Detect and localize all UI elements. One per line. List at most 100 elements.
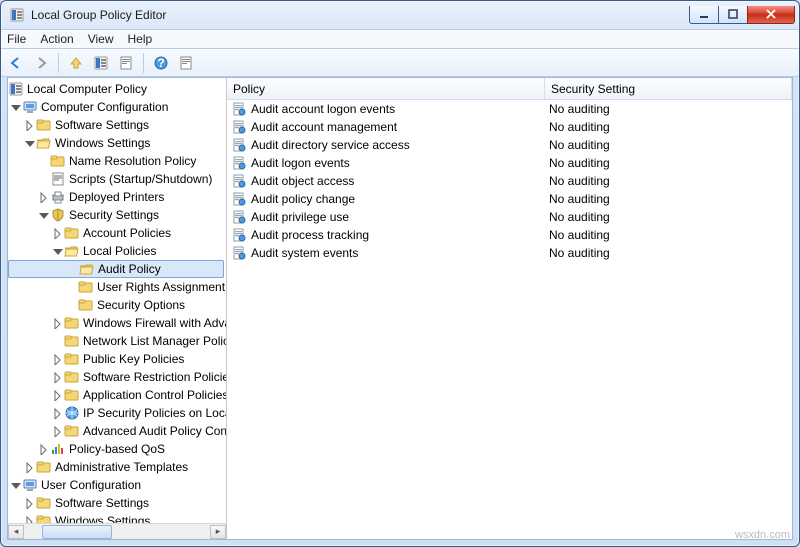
tree-advanced-audit[interactable]: Advanced Audit Policy Configuration (8, 422, 226, 440)
expand-icon[interactable] (50, 226, 64, 240)
tree-cc-windows-settings[interactable]: Windows Settings (8, 134, 226, 152)
expand-icon[interactable] (22, 496, 36, 510)
tree-account-policies[interactable]: Account Policies (8, 224, 226, 242)
folder-icon (64, 351, 80, 367)
tree-uc-software-settings[interactable]: Software Settings (8, 494, 226, 512)
scroll-right-arrow[interactable]: ▸ (210, 525, 226, 539)
folder-icon (50, 153, 66, 169)
list-body[interactable]: Audit account logon eventsNo auditingAud… (227, 100, 792, 539)
tree-application-control[interactable]: Application Control Policies (8, 386, 226, 404)
security-setting: No auditing (545, 156, 792, 170)
scroll-left-arrow[interactable]: ◂ (8, 525, 24, 539)
expand-icon[interactable] (36, 442, 50, 456)
tree-security-options[interactable]: Security Options (8, 296, 226, 314)
collapse-icon[interactable] (22, 136, 36, 150)
list-row[interactable]: Audit process trackingNo auditing (227, 226, 792, 244)
policy-name: Audit account management (251, 120, 397, 134)
tree-user-configuration[interactable]: User Configuration (8, 476, 226, 494)
expand-icon[interactable] (50, 370, 64, 384)
list-row[interactable]: Audit account logon eventsNo auditing (227, 100, 792, 118)
folder-icon (36, 459, 52, 475)
maximize-button[interactable] (718, 6, 748, 24)
expand-icon[interactable] (50, 406, 64, 420)
collapse-icon[interactable] (36, 208, 50, 222)
menubar: File Action View Help (1, 29, 799, 49)
policy-name: Audit directory service access (251, 138, 410, 152)
folder-icon (64, 315, 80, 331)
tree-pane: Local Computer Policy Computer Configura… (8, 78, 227, 539)
tree-uc-windows-settings[interactable]: Windows Settings (8, 512, 226, 523)
folder-icon (64, 387, 80, 403)
qos-icon (50, 441, 66, 457)
tree-windows-firewall[interactable]: Windows Firewall with Advanced Security (8, 314, 226, 332)
tree-horizontal-scrollbar[interactable]: ◂ ▸ (8, 523, 226, 539)
collapse-icon[interactable] (8, 100, 22, 114)
expand-icon[interactable] (36, 190, 50, 204)
folder-icon (36, 513, 52, 523)
printer-icon (50, 189, 66, 205)
help-button[interactable] (150, 52, 172, 74)
expand-icon[interactable] (50, 388, 64, 402)
tree-ip-security-policies[interactable]: IP Security Policies on Local Computer (8, 404, 226, 422)
computer-icon (22, 99, 38, 115)
minimize-button[interactable] (689, 6, 719, 24)
tree-computer-configuration[interactable]: Computer Configuration (8, 98, 226, 116)
forward-button[interactable] (30, 52, 52, 74)
list-row[interactable]: Audit logon eventsNo auditing (227, 154, 792, 172)
close-button[interactable] (747, 6, 795, 24)
tree-policy-based-qos[interactable]: Policy-based QoS (8, 440, 226, 458)
security-setting: No auditing (545, 246, 792, 260)
collapse-icon[interactable] (50, 244, 64, 258)
policy-name: Audit process tracking (251, 228, 369, 242)
tree-user-rights-assignment[interactable]: User Rights Assignment (8, 278, 226, 296)
list-row[interactable]: Audit account managementNo auditing (227, 118, 792, 136)
policy-item-icon (231, 227, 247, 243)
menu-action[interactable]: Action (40, 32, 73, 46)
menu-view[interactable]: View (88, 32, 114, 46)
tree-body[interactable]: Local Computer Policy Computer Configura… (8, 78, 226, 523)
column-header-policy[interactable]: Policy (227, 78, 545, 99)
tree-root[interactable]: Local Computer Policy (8, 80, 226, 98)
export-button[interactable] (115, 52, 137, 74)
list-row[interactable]: Audit system eventsNo auditing (227, 244, 792, 262)
tree-public-key-policies[interactable]: Public Key Policies (8, 350, 226, 368)
security-setting: No auditing (545, 210, 792, 224)
tree-scripts[interactable]: Scripts (Startup/Shutdown) (8, 170, 226, 188)
policy-item-icon (231, 101, 247, 117)
computer-icon (22, 477, 38, 493)
expand-icon[interactable] (50, 352, 64, 366)
tree-local-policies[interactable]: Local Policies (8, 242, 226, 260)
expand-icon[interactable] (22, 460, 36, 474)
tree-name-resolution-policy[interactable]: Name Resolution Policy (8, 152, 226, 170)
scroll-thumb[interactable] (42, 525, 112, 539)
tree-software-restriction[interactable]: Software Restriction Policies (8, 368, 226, 386)
properties-button[interactable] (175, 52, 197, 74)
column-header-security-setting[interactable]: Security Setting (545, 78, 792, 99)
tree-deployed-printers[interactable]: Deployed Printers (8, 188, 226, 206)
collapse-icon[interactable] (8, 478, 22, 492)
list-row[interactable]: Audit privilege useNo auditing (227, 208, 792, 226)
back-button[interactable] (5, 52, 27, 74)
expand-icon[interactable] (22, 118, 36, 132)
tree-security-settings[interactable]: Security Settings (8, 206, 226, 224)
titlebar[interactable]: Local Group Policy Editor (1, 1, 799, 29)
menu-file[interactable]: File (7, 32, 26, 46)
app-window: Local Group Policy Editor File Action Vi… (0, 0, 800, 547)
security-setting: No auditing (545, 174, 792, 188)
tree-cc-software-settings[interactable]: Software Settings (8, 116, 226, 134)
expand-icon[interactable] (50, 316, 64, 330)
up-button[interactable] (65, 52, 87, 74)
expand-icon[interactable] (50, 424, 64, 438)
tree-audit-policy[interactable]: Audit Policy (8, 260, 224, 278)
tree-cc-administrative-templates[interactable]: Administrative Templates (8, 458, 226, 476)
menu-help[interactable]: Help (128, 32, 153, 46)
list-row[interactable]: Audit directory service accessNo auditin… (227, 136, 792, 154)
toolbar (1, 49, 799, 77)
folder-icon (78, 279, 94, 295)
list-row[interactable]: Audit object accessNo auditing (227, 172, 792, 190)
list-row[interactable]: Audit policy changeNo auditing (227, 190, 792, 208)
expand-icon[interactable] (22, 514, 36, 523)
show-hide-tree-button[interactable] (90, 52, 112, 74)
tree-network-list-manager[interactable]: Network List Manager Policies (8, 332, 226, 350)
folder-icon (78, 297, 94, 313)
